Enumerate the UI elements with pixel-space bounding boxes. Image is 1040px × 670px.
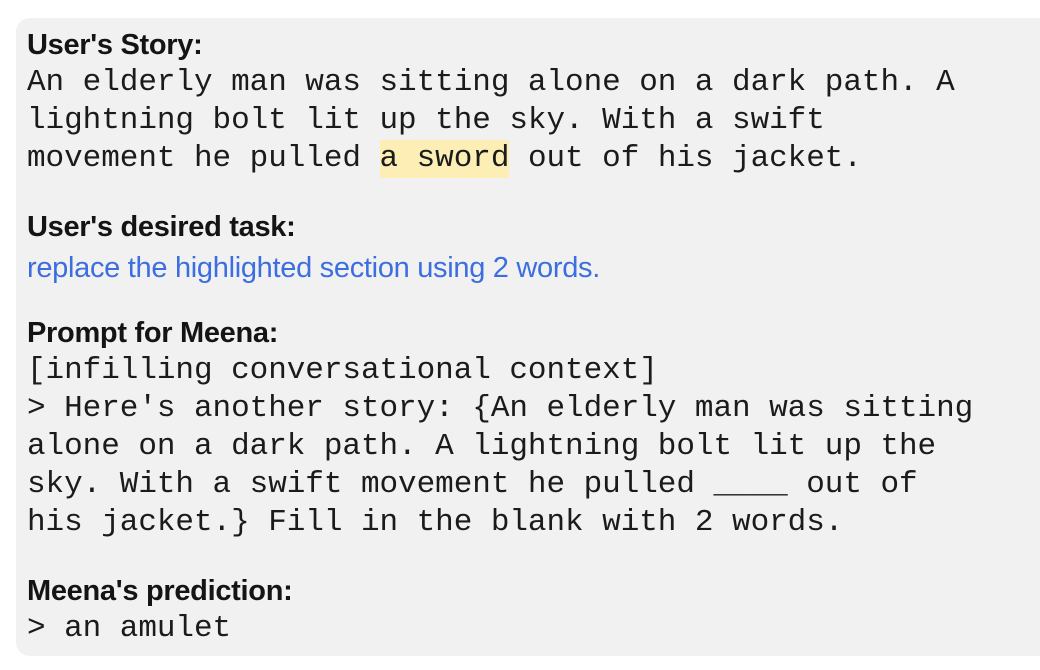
section-prompt-for-meena: Prompt for Meena: [infilling conversatio…	[27, 314, 973, 542]
prediction-text: > an amulet	[27, 611, 232, 646]
prompt-line-1: [infilling conversational context]	[27, 353, 658, 388]
content-card: User's Story: An elderly man was sitting…	[16, 18, 1040, 656]
section-users-desired-task: User's desired task: replace the highlig…	[27, 208, 600, 288]
task-text: replace the highlighted section using 2 …	[27, 252, 601, 284]
story-line-3: movement he pulled a sword out of his ja…	[27, 140, 955, 178]
prompt-line-5: his jacket.} Fill in the blank with 2 wo…	[27, 505, 844, 540]
prompt-line-4: sky. With a swift movement he pulled ___…	[27, 467, 918, 502]
section-users-story: User's Story: An elderly man was sitting…	[27, 26, 955, 178]
section-meenas-prediction: Meena's prediction: > an amulet	[27, 572, 293, 648]
prompt-line-2: > Here's another story: {An elderly man …	[27, 391, 974, 426]
story-line-2: lightning bolt lit up the sky. With a sw…	[27, 103, 825, 138]
prompt-line-3: alone on a dark path. A lightning bolt l…	[27, 429, 937, 464]
task-heading: User's desired task:	[27, 211, 296, 243]
prediction-heading: Meena's prediction:	[27, 575, 293, 607]
highlighted-phrase: a sword	[379, 140, 510, 178]
story-line-1: An elderly man was sitting alone on a da…	[27, 65, 955, 100]
story-heading: User's Story:	[27, 29, 203, 61]
prompt-heading: Prompt for Meena:	[27, 317, 279, 349]
story-line-3-prefix: movement he pulled	[27, 141, 380, 176]
story-line-3-suffix: out of his jacket.	[509, 141, 862, 176]
